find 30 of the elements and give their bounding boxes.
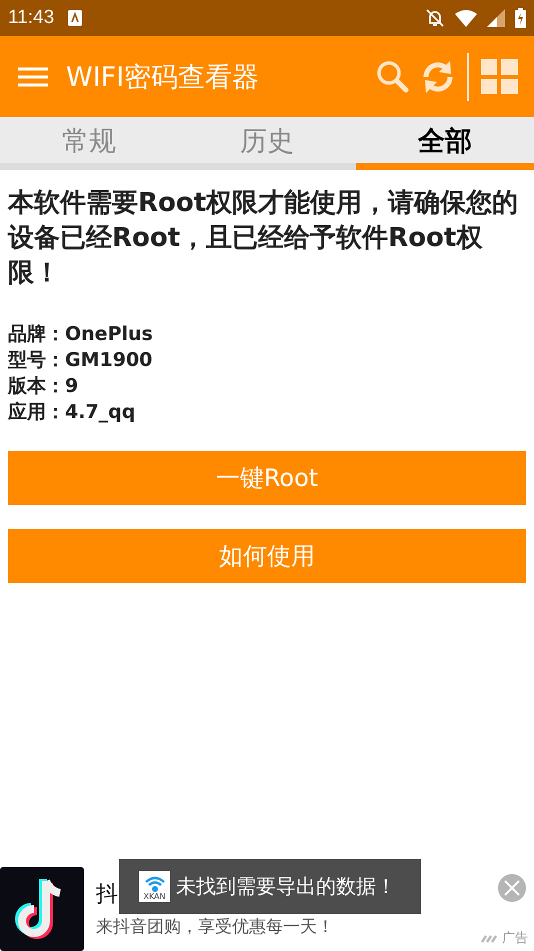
clock: 11:43 bbox=[8, 7, 54, 29]
tab[interactable]: 常规 bbox=[0, 117, 178, 170]
ad-description: 来抖音团购，享受优惠每一天！ bbox=[96, 916, 334, 938]
info-line: 型号：GM1900 bbox=[8, 348, 154, 373]
tab[interactable]: 全部 bbox=[356, 117, 534, 170]
wifi-icon bbox=[455, 10, 477, 26]
toast-message: 未找到需要导出的数据！ bbox=[176, 873, 396, 900]
info-line: 版本：9 bbox=[8, 374, 80, 399]
ad-title: 抖 bbox=[96, 881, 118, 909]
info-line: 品牌：OnePlus bbox=[8, 322, 154, 347]
notification-icon bbox=[68, 10, 82, 26]
music-note-icon[interactable] bbox=[0, 866, 84, 950]
search-icon[interactable] bbox=[376, 60, 409, 93]
tab[interactable]: 历史 bbox=[178, 117, 356, 170]
close-button[interactable] bbox=[498, 874, 526, 902]
refresh-icon[interactable] bbox=[421, 58, 455, 94]
info-line: 应用：4.7_qq bbox=[8, 400, 136, 425]
menu-icon[interactable] bbox=[18, 66, 48, 86]
battery-icon bbox=[515, 8, 526, 28]
action-button[interactable]: 一键Root bbox=[8, 451, 526, 505]
notice-text: 本软件需要Root权限才能使用，请确保您的设备已经Root，且已经给予软件Root权限！ bbox=[8, 187, 520, 290]
ad-mark-icon bbox=[481, 933, 499, 943]
close-icon bbox=[504, 880, 520, 896]
action-button[interactable]: 如何使用 bbox=[8, 529, 526, 583]
bell-off-icon bbox=[425, 8, 445, 28]
grid-icon[interactable] bbox=[481, 59, 518, 94]
app-icon: XKAN bbox=[139, 871, 170, 902]
ad-label: 广告 bbox=[502, 930, 528, 947]
signal-icon bbox=[487, 9, 505, 27]
app-title: WIFI密码查看器 bbox=[66, 60, 260, 94]
